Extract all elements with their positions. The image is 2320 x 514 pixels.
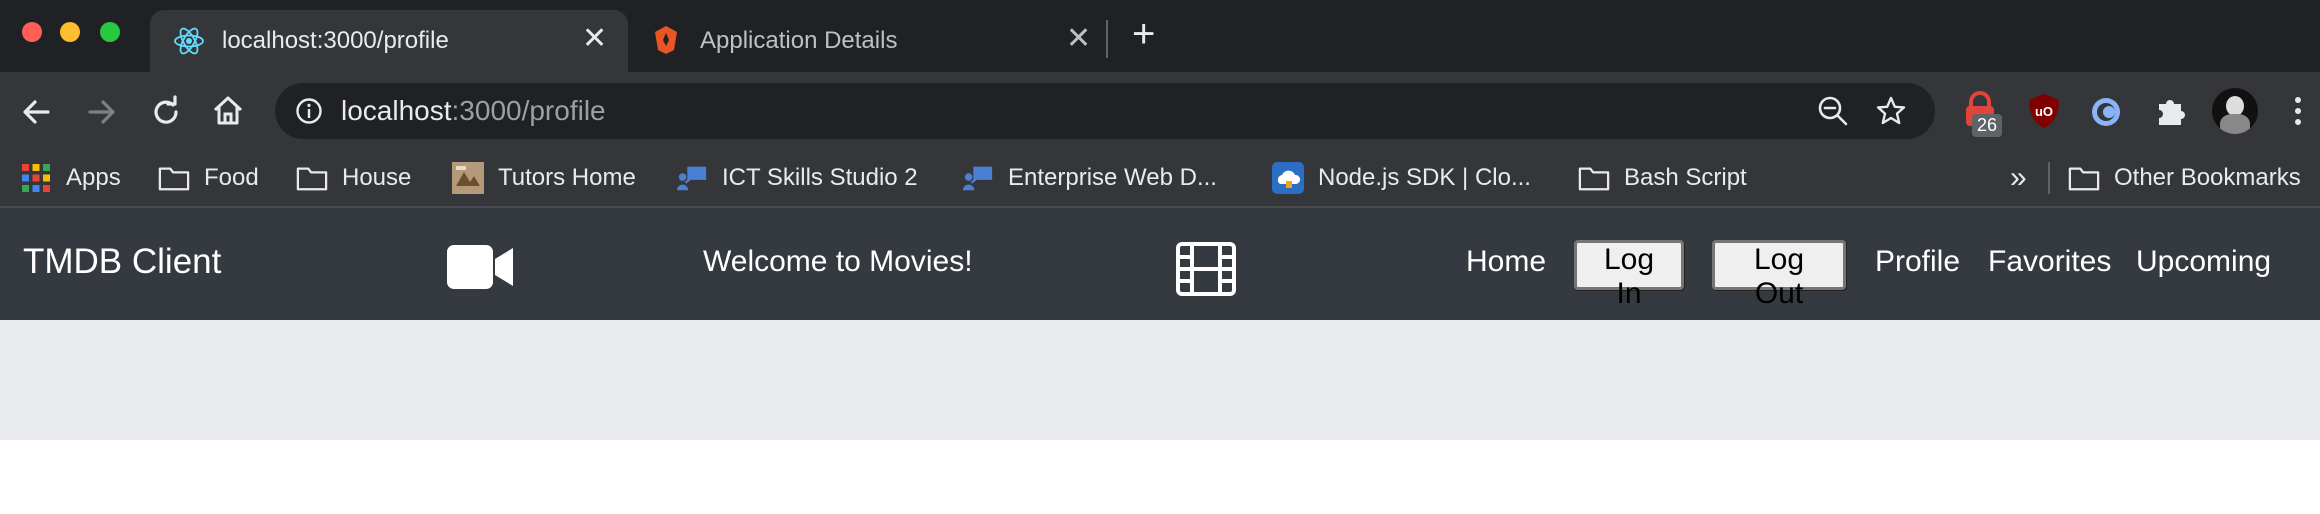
bookmark-label: Enterprise Web D...: [1008, 164, 1217, 191]
tutors-favicon: [452, 162, 484, 194]
bookmark-label: Node.js SDK | Clo...: [1318, 164, 1531, 191]
extension-badge: 26: [1972, 114, 2003, 137]
login-button[interactable]: Log In: [1574, 240, 1684, 310]
bookmark-ict-skills-studio[interactable]: ICT Skills Studio 2: [676, 150, 918, 206]
tab-divider: [1106, 20, 1108, 58]
bookmark-house[interactable]: House: [296, 150, 411, 206]
folder-icon: [158, 162, 190, 194]
star-icon[interactable]: [1875, 95, 1907, 127]
nav-profile-link[interactable]: Profile: [1875, 208, 1960, 320]
bookmark-apps[interactable]: Apps: [20, 150, 121, 206]
bookmark-nodejs-sdk[interactable]: Node.js SDK | Clo...: [1272, 150, 1531, 206]
url-text[interactable]: localhost:3000/profile: [341, 95, 606, 127]
folder-icon: [2068, 162, 2100, 194]
bookmark-food[interactable]: Food: [158, 150, 259, 206]
bookmark-label: Other Bookmarks: [2114, 164, 2301, 191]
zoom-out-icon[interactable]: [1817, 95, 1849, 127]
tab-application-details[interactable]: Application Details ✕: [636, 10, 1106, 70]
app-navbar: TMDB Client Welcome to Movies! Home Log …: [0, 208, 2320, 320]
back-icon[interactable]: [18, 94, 54, 130]
welcome-text: Welcome to Movies!: [703, 245, 973, 278]
nav-favorites-link[interactable]: Favorites: [1988, 208, 2111, 320]
studio-favicon: [676, 162, 708, 194]
bookmark-label: Tutors Home: [498, 164, 636, 191]
apps-grid-icon: [20, 162, 52, 194]
svg-text:uO: uO: [2035, 104, 2053, 119]
nav-upcoming-link[interactable]: Upcoming: [2136, 208, 2271, 320]
react-icon: [174, 27, 204, 55]
bookmark-label: ICT Skills Studio 2: [722, 164, 918, 191]
ring-extension-icon[interactable]: [2088, 94, 2124, 130]
nav-home-link[interactable]: Home: [1466, 208, 1546, 320]
url-host: localhost: [341, 95, 452, 126]
menu-kebab-icon[interactable]: [2290, 94, 2306, 128]
page-content: [0, 440, 2320, 514]
tab-title: Application Details: [700, 27, 898, 54]
site-info-icon[interactable]: [295, 97, 323, 125]
page-header-band: [0, 320, 2320, 440]
auth0-icon: [655, 26, 677, 54]
studio-favicon: [962, 162, 994, 194]
close-tab-icon[interactable]: ✕: [582, 24, 607, 54]
home-icon[interactable]: [210, 93, 246, 129]
password-extension-icon[interactable]: 26: [1960, 90, 2010, 140]
address-bar[interactable]: localhost:3000/profile: [275, 83, 1935, 139]
video-camera-icon: [447, 245, 513, 289]
url-path: :3000/profile: [451, 95, 606, 126]
bookmarks-bar: Apps Food House Tutors Home ICT Skills S…: [0, 150, 2320, 208]
close-window-button[interactable]: [22, 22, 42, 42]
minimize-window-button[interactable]: [60, 22, 80, 42]
close-tab-icon[interactable]: ✕: [1066, 24, 1091, 54]
browser-toolbar: localhost:3000/profile 26 uO: [0, 72, 2320, 150]
app-brand[interactable]: TMDB Client: [23, 208, 221, 320]
tab-title: localhost:3000/profile: [222, 27, 449, 54]
folder-icon: [296, 162, 328, 194]
browser-tab-strip: localhost:3000/profile ✕ Application Det…: [0, 0, 2320, 72]
bookmark-label: Bash Script: [1624, 164, 1747, 191]
zoom-window-button[interactable]: [100, 22, 120, 42]
bookmark-bash-script[interactable]: Bash Script: [1578, 150, 1747, 206]
ublock-icon[interactable]: uO: [2026, 92, 2062, 130]
bookmark-label: Food: [204, 164, 259, 191]
bookmark-label: Apps: [66, 164, 121, 191]
bookmarks-divider: [2048, 162, 2050, 194]
bookmark-other-bookmarks[interactable]: Other Bookmarks: [2068, 150, 2301, 206]
profile-avatar[interactable]: [2212, 88, 2258, 134]
bookmark-label: House: [342, 164, 412, 191]
folder-icon: [1578, 162, 1610, 194]
tab-profile[interactable]: localhost:3000/profile ✕: [150, 10, 628, 72]
cloud-favicon: [1272, 162, 1304, 194]
bookmark-tutors-home[interactable]: Tutors Home: [452, 150, 636, 206]
reload-icon[interactable]: [148, 94, 184, 130]
logout-button[interactable]: Log Out: [1712, 240, 1846, 310]
extensions-puzzle-icon[interactable]: [2154, 94, 2188, 128]
film-icon: [1176, 242, 1236, 296]
new-tab-button[interactable]: +: [1132, 14, 1155, 54]
bookmarks-overflow-button[interactable]: »: [2010, 150, 2027, 206]
bookmark-enterprise-web[interactable]: Enterprise Web D...: [962, 150, 1217, 206]
forward-icon[interactable]: [84, 94, 120, 130]
